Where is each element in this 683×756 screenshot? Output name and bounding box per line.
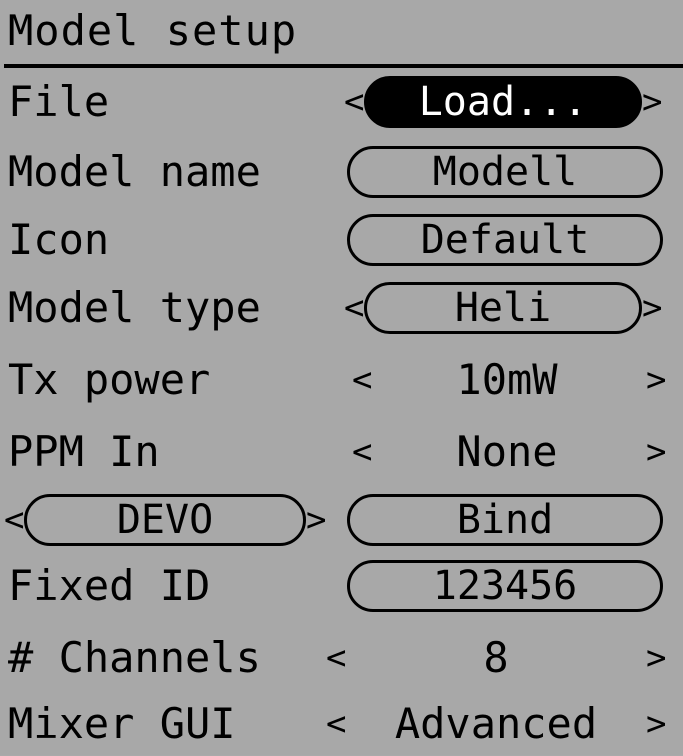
model-type-prev-arrow[interactable]: < [344,276,364,340]
model-type-label: Model type [8,283,261,332]
file-label: File [8,77,110,126]
mixer-gui-value[interactable]: Advanced [346,692,646,756]
icon-button[interactable]: Default [347,214,663,266]
model-type-next-arrow[interactable]: > [642,276,662,340]
channels-label: # Channels [8,633,261,682]
fixed-id-label: Fixed ID [8,561,211,610]
title-divider [4,64,683,68]
tx-power-next-arrow[interactable]: > [646,348,666,412]
row-icon: Icon Default [0,208,683,272]
file-prev-arrow[interactable]: < [344,70,364,134]
channels-next-arrow[interactable]: > [646,626,666,690]
protocol-prev-arrow[interactable]: < [4,488,24,552]
mixer-gui-label: Mixer GUI [8,699,236,748]
model-name-button[interactable]: Modell [347,146,663,198]
row-fixed-id: Fixed ID 123456 [0,554,683,618]
file-next-arrow[interactable]: > [642,70,662,134]
row-protocol: < DEVO > Bind [0,488,683,552]
ppm-in-prev-arrow[interactable]: < [352,420,372,484]
row-ppm-in: PPM In < None > [0,420,683,484]
row-file: File < Load... > [0,70,683,134]
page-title: Model setup [8,6,298,55]
fixed-id-button[interactable]: 123456 [347,560,663,612]
row-tx-power: Tx power < 10mW > [0,348,683,412]
row-model-type: Model type < Heli > [0,276,683,340]
ppm-in-next-arrow[interactable]: > [646,420,666,484]
mixer-gui-next-arrow[interactable]: > [646,692,666,756]
channels-value[interactable]: 8 [346,626,646,690]
model-setup-screen: Model setup File < Load... > Model name … [0,0,683,755]
ppm-in-label: PPM In [8,427,160,476]
protocol-select[interactable]: DEVO [24,494,306,546]
icon-label: Icon [8,215,110,264]
row-mixer-gui: Mixer GUI < Advanced > [0,692,683,756]
model-name-label: Model name [8,147,261,196]
channels-prev-arrow[interactable]: < [326,626,346,690]
bind-button[interactable]: Bind [347,494,663,546]
row-channels: # Channels < 8 > [0,626,683,690]
row-model-name: Model name Modell [0,140,683,204]
model-type-select[interactable]: Heli [364,282,642,334]
ppm-in-value[interactable]: None [372,420,642,484]
tx-power-value[interactable]: 10mW [372,348,642,412]
file-select[interactable]: Load... [364,76,642,128]
tx-power-prev-arrow[interactable]: < [352,348,372,412]
tx-power-label: Tx power [8,355,211,404]
mixer-gui-prev-arrow[interactable]: < [326,692,346,756]
protocol-next-arrow[interactable]: > [306,488,326,552]
